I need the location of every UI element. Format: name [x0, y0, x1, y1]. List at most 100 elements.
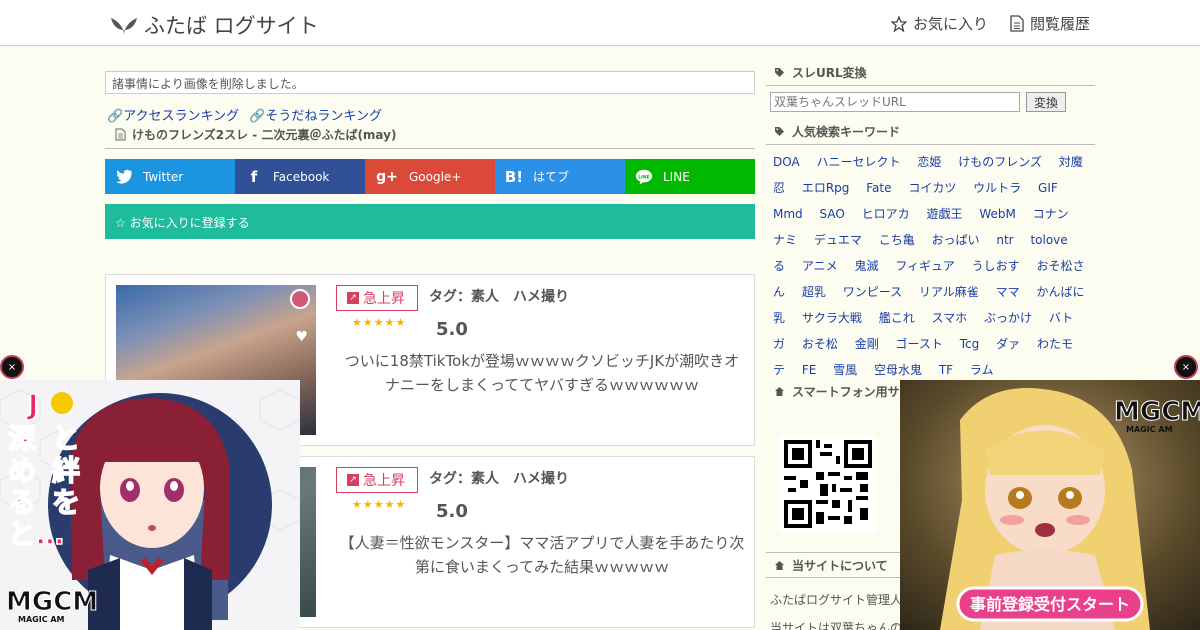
heart-icon: ♥: [295, 329, 308, 345]
ad-artwork: MGCM MAGIC AM 事前登録受付スタート: [900, 380, 1200, 630]
keyword-link[interactable]: Fate: [866, 181, 891, 195]
keyword-link[interactable]: 鬼滅: [854, 259, 878, 273]
keyword-link[interactable]: サクラ大戦: [802, 311, 862, 325]
keyword-link[interactable]: ダァ: [996, 337, 1020, 351]
keyword-link[interactable]: DOA: [773, 155, 800, 169]
google-plus-icon: g+: [376, 168, 398, 185]
keyword-link[interactable]: 雪風: [833, 363, 857, 377]
leaf-logo-icon: [111, 18, 137, 35]
souda-ranking-link[interactable]: 🔗そうだねランキング: [249, 105, 382, 124]
googleplus-share-button[interactable]: g+ Google+: [365, 159, 495, 194]
keyword-link[interactable]: うしおす: [972, 259, 1020, 273]
keyword-link[interactable]: ウルトラ: [973, 181, 1021, 195]
article-title[interactable]: 【人妻＝性欲モンスター】ママ活アプリで人妻を手あたり次第に食いまくってみた結果ｗ…: [338, 531, 746, 579]
rating-stars: ★★★★★: [352, 498, 407, 511]
site-logo[interactable]: ふたば ログサイト: [110, 10, 319, 40]
link-icon: 🔗: [107, 109, 124, 124]
keyword-link[interactable]: ナミ: [773, 233, 797, 247]
keyword-link[interactable]: けものフレンズ: [958, 155, 1042, 169]
svg-text:MGCM: MGCM: [1114, 397, 1200, 427]
history-label: 閲覧履歴: [1029, 15, 1090, 33]
keyword-link[interactable]: TF: [939, 363, 953, 377]
url-convert-heading: スレURL変換: [766, 60, 1095, 86]
keyword-link[interactable]: コイカツ: [908, 181, 956, 195]
right-ad-banner[interactable]: MGCM MAGIC AM 事前登録受付スタート: [900, 380, 1200, 630]
facebook-share-button[interactable]: f Facebook: [235, 159, 365, 194]
svg-text:を: を: [52, 486, 80, 519]
rating-stars: ★★★★★: [352, 316, 407, 329]
keyword-link[interactable]: ゴースト: [896, 337, 943, 351]
svg-text:J: J: [26, 388, 38, 421]
home-icon: [775, 386, 784, 396]
favorites-label: お気に入り: [912, 15, 988, 33]
divider: [105, 148, 755, 149]
keyword-link[interactable]: 金剛: [855, 337, 879, 351]
keyword-link[interactable]: 超乳: [802, 285, 826, 299]
keyword-link[interactable]: ラム: [970, 363, 994, 377]
keyword-link[interactable]: アニメ: [802, 259, 838, 273]
line-icon: LINE: [635, 168, 653, 186]
ad-artwork: J と 絆 を 深 め る と… MGCM MAGIC AM: [0, 380, 300, 630]
favorites-link[interactable]: お気に入り: [890, 13, 988, 34]
svg-text:深: 深: [8, 422, 36, 455]
twitter-bird-icon: [115, 168, 133, 186]
image-removed-notice: 諸事情により画像を削除しました。: [105, 71, 755, 94]
keyword-link[interactable]: Tcg: [960, 337, 980, 351]
keyword-link[interactable]: FE: [802, 363, 816, 377]
svg-text:LINE: LINE: [638, 174, 649, 180]
keyword-link[interactable]: おっぱい: [932, 233, 980, 247]
keyword-link[interactable]: ハニーセレクト: [817, 155, 901, 169]
keyword-link[interactable]: フィギュア: [895, 259, 955, 273]
keyword-link[interactable]: ヒロアカ: [862, 207, 910, 221]
qr-code: [780, 436, 876, 532]
header-nav: お気に入り 閲覧履歴: [890, 13, 1090, 34]
add-favorite-label: ☆ お気に入りに登録する: [115, 216, 250, 230]
svg-text:め: め: [8, 454, 36, 487]
facebook-icon: f: [250, 167, 258, 186]
keyword-link[interactable]: コナン: [1033, 207, 1069, 221]
keyword-link[interactable]: GIF: [1038, 181, 1058, 195]
breadcrumb-text[interactable]: けものフレンズ2スレ - 二次元裏＠ふたば(may): [132, 126, 396, 143]
keyword-link[interactable]: スマホ: [932, 311, 968, 325]
line-share-button[interactable]: LINE LINE: [625, 159, 755, 194]
keyword-link[interactable]: エロRpg: [802, 181, 850, 195]
keyword-link[interactable]: ぶっかけ: [984, 311, 1032, 325]
keyword-link[interactable]: SAO: [820, 207, 845, 221]
keyword-link[interactable]: こち亀: [879, 233, 915, 247]
keyword-link[interactable]: Mmd: [773, 207, 803, 221]
svg-text:MAGIC AM: MAGIC AM: [18, 615, 65, 624]
keyword-link[interactable]: リアル麻雀: [919, 285, 979, 299]
keyword-link[interactable]: ntr: [996, 233, 1013, 247]
breadcrumb: けものフレンズ2スレ - 二次元裏＠ふたば(may): [115, 126, 396, 143]
keyword-link[interactable]: 遊戯王: [926, 207, 962, 221]
article-title[interactable]: ついに18禁TikTokが登場ｗｗｗｗクソビッチJKが潮吹きオナニーをしまくって…: [338, 349, 746, 397]
home-icon: [775, 560, 784, 570]
document-icon: [1010, 15, 1024, 32]
tag-icon: [775, 68, 784, 77]
convert-button[interactable]: 変換: [1026, 92, 1066, 112]
keyword-link[interactable]: 空母水鬼: [874, 363, 922, 377]
keyword-link[interactable]: WebM: [979, 207, 1016, 221]
close-right-ad-button[interactable]: ×: [1174, 355, 1198, 379]
keyword-link[interactable]: ワンピース: [843, 285, 902, 299]
keyword-link[interactable]: 艦これ: [879, 311, 915, 325]
access-ranking-link[interactable]: 🔗アクセスランキング: [107, 105, 239, 124]
avatar: [290, 289, 310, 309]
hatena-share-button[interactable]: B! はてブ: [495, 159, 625, 194]
keyword-link[interactable]: 恋姫: [917, 155, 941, 169]
thread-url-input[interactable]: [770, 92, 1020, 112]
keyword-link[interactable]: ママ: [996, 285, 1020, 299]
trending-badge: ↗ 急上昇: [336, 467, 418, 493]
article-tags: タグ：素人 ハメ撮り: [429, 289, 569, 305]
trending-up-icon: ↗: [347, 292, 359, 304]
site-title: ふたば ログサイト: [144, 14, 319, 38]
keyword-link[interactable]: デュエマ: [814, 233, 862, 247]
close-left-ad-button[interactable]: ×: [0, 355, 24, 379]
svg-text:MAGIC AM: MAGIC AM: [1126, 425, 1173, 434]
left-ad-banner[interactable]: J と 絆 を 深 め る と… MGCM MAGIC AM: [0, 380, 300, 630]
history-link[interactable]: 閲覧履歴: [1010, 13, 1090, 34]
twitter-share-button[interactable]: Twitter: [105, 159, 235, 194]
tag-icon: [775, 127, 784, 136]
add-favorite-button[interactable]: ☆ お気に入りに登録する: [105, 204, 755, 239]
keyword-link[interactable]: おそ松: [802, 337, 838, 351]
